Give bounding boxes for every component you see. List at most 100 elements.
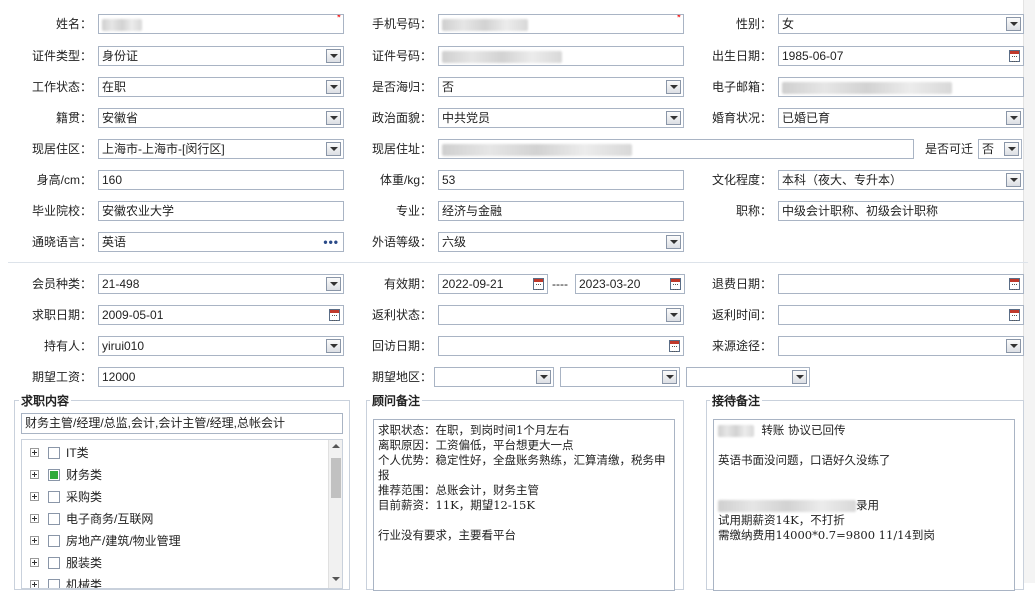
redacted-text [442,143,632,156]
calendar-icon[interactable] [669,340,680,352]
source-select[interactable] [778,336,1024,356]
salary-field[interactable]: 12000 [98,367,344,387]
native-place-select[interactable]: 安徽省 [98,108,344,128]
id-number-field[interactable] [438,46,684,66]
chevron-down-icon[interactable] [666,308,681,322]
tree-scrollbar[interactable] [328,440,342,588]
calendar-icon[interactable] [1009,309,1020,321]
chevron-down-icon[interactable] [326,277,341,291]
chevron-down-icon[interactable] [326,142,341,156]
district-label: 现居住区： [31,142,92,156]
category-checkbox[interactable] [48,447,60,459]
scroll-thumb[interactable] [331,458,341,498]
marital-select[interactable]: 已婚已育 [778,108,1024,128]
scroll-down-icon[interactable] [332,577,340,581]
chevron-down-icon[interactable] [1006,339,1021,353]
education-select[interactable]: 本科（夜大、专升本） [778,170,1024,190]
calendar-icon[interactable] [1009,278,1020,290]
category-checkbox[interactable] [48,579,60,588]
category-checkbox[interactable] [48,535,60,547]
category-checkbox[interactable] [48,491,60,503]
visit-date-field[interactable] [438,336,684,356]
email-field[interactable] [778,77,1024,97]
chevron-down-icon[interactable] [666,111,681,125]
expand-icon[interactable] [30,448,39,457]
calendar-icon[interactable] [1009,50,1020,62]
rebate-time-label: 返利时间： [711,308,772,322]
category-checkbox[interactable] [48,557,60,569]
panel-title: 接待备注 [710,393,763,409]
more-icon[interactable]: ••• [323,233,339,251]
expand-icon[interactable] [30,514,39,523]
major-field[interactable]: 经济与金融 [438,201,684,221]
advisor-notes-panel: 顾问备注 求职状态：在职，到岗时间1个月左右 离职原因：工资偏低，平台想更大一点… [366,393,684,591]
rebate-status-select[interactable] [438,305,684,325]
expand-icon[interactable] [30,580,39,588]
region-city-select[interactable] [560,367,680,387]
scroll-up-icon[interactable] [332,444,340,448]
chevron-down-icon[interactable] [536,370,551,384]
native-place-label: 籍贯： [55,111,92,125]
political-select[interactable]: 中共党员 [438,108,684,128]
overseas-select[interactable]: 否 [438,77,684,97]
panel-title: 顾问备注 [370,393,423,409]
school-field[interactable]: 安徽农业大学 [98,201,344,221]
chevron-down-icon[interactable] [326,339,341,353]
refund-date-field[interactable] [778,274,1024,294]
name-field[interactable]: * [98,14,344,34]
calendar-icon[interactable] [670,278,681,290]
address-field[interactable] [438,139,914,159]
chevron-down-icon[interactable] [1004,142,1019,156]
birth-date-field[interactable]: 1985-06-07 [778,46,1024,66]
chevron-down-icon[interactable] [326,80,341,94]
job-summary-field[interactable]: 财务主管/经理/总监,会计,会计主管/经理,总帐会计 [21,413,343,434]
chevron-down-icon[interactable] [326,49,341,63]
tree-item-label: 机械类 [66,578,103,589]
holder-select[interactable]: yirui010 [98,336,344,356]
region-district-select[interactable] [686,367,810,387]
chevron-down-icon[interactable] [792,370,807,384]
expand-icon[interactable] [30,470,39,479]
height-field[interactable]: 160 [98,170,344,190]
valid-to-field[interactable]: 2023-03-20 [575,274,685,294]
chevron-down-icon[interactable] [666,80,681,94]
name-label: 姓名： [55,17,92,31]
tree-item-label: 房地产/建筑/物业管理 [66,534,181,548]
calendar-icon[interactable] [533,278,544,290]
chevron-down-icon[interactable] [666,235,681,249]
rebate-time-field[interactable] [778,305,1024,325]
expand-icon[interactable] [30,558,39,567]
category-checkbox[interactable] [48,513,60,525]
phone-field[interactable]: * [438,14,684,34]
valid-from-field[interactable]: 2022-09-21 [438,274,548,294]
chevron-down-icon[interactable] [326,111,341,125]
work-status-select[interactable]: 在职 [98,77,344,97]
redacted-text [442,18,528,31]
chevron-down-icon[interactable] [1006,17,1021,31]
refund-date-label: 退费日期： [711,277,772,291]
advisor-notes-textarea[interactable]: 求职状态：在职，到岗时间1个月左右 离职原因：工资偏低，平台想更大一点 个人优势… [373,419,675,591]
weight-field[interactable]: 53 [438,170,684,190]
region-province-select[interactable] [434,367,554,387]
chevron-down-icon[interactable] [1006,111,1021,125]
expand-icon[interactable] [30,536,39,545]
id-type-select[interactable]: 身份证 [98,46,344,66]
category-checkbox[interactable] [48,469,60,481]
job-title-field[interactable]: 中级会计职称、初级会计职称 [778,201,1024,221]
reception-notes-textarea[interactable]: 转账 协议已回传 英语书面没问题，口语好久没练了 录用 试用期薪资14K，不打折… [713,419,1015,591]
expand-icon[interactable] [30,492,39,501]
language-field[interactable]: 英语 ••• [98,232,344,252]
relocate-select[interactable]: 否 [978,139,1022,159]
member-type-select[interactable]: 21-498 [98,274,344,294]
page-scrollbar[interactable] [1023,0,1035,583]
gender-select[interactable]: 女 [778,14,1024,34]
job-date-field[interactable]: 2009-05-01 [98,305,344,325]
region-label: 期望地区： [371,370,432,384]
chevron-down-icon[interactable] [662,370,677,384]
job-intent-panel: 求职内容 财务主管/经理/总监,会计,会计主管/经理,总帐会计 IT类 财务类 采购… [14,393,350,590]
calendar-icon[interactable] [329,309,340,321]
language-level-select[interactable]: 六级 [438,232,684,252]
chevron-down-icon[interactable] [1006,173,1021,187]
panel-title: 求职内容 [19,393,72,409]
district-select[interactable]: 上海市-上海市-[闵行区] [98,139,344,159]
